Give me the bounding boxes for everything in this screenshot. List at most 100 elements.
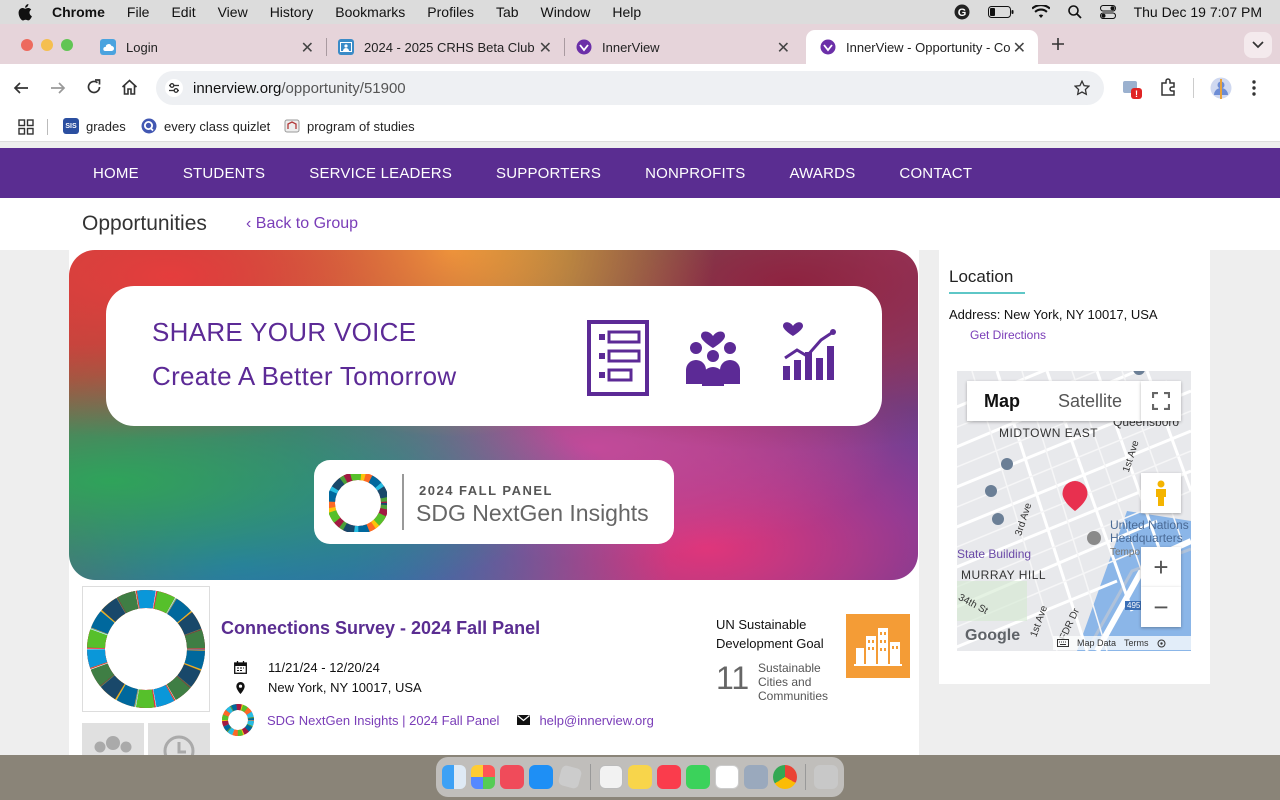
bookmark-star-icon[interactable] [1074, 80, 1090, 96]
trash-icon[interactable] [814, 765, 838, 789]
chrome-menu-kebab-icon[interactable] [1251, 79, 1257, 97]
new-tab-plus-icon[interactable] [1050, 36, 1066, 52]
tab-login[interactable]: Login ✕ [86, 30, 326, 64]
close-tab-icon[interactable]: ✕ [1013, 38, 1026, 58]
participants-box[interactable] [82, 723, 144, 755]
news-icon[interactable] [500, 765, 524, 789]
bookmark-grades[interactable]: SIS grades [63, 118, 126, 134]
address-bar[interactable]: innerview.org/opportunity/51900 [156, 71, 1104, 105]
banner-line-2: Create A Better Tomorrow [152, 361, 457, 391]
site-settings-icon[interactable] [165, 79, 183, 97]
nav-awards[interactable]: AWARDS [789, 165, 855, 182]
google-logo: Google [965, 627, 1021, 644]
report-map-error-icon[interactable] [1157, 639, 1166, 648]
map-type-map-button[interactable]: Map [967, 391, 1037, 412]
opportunity-banner-image: SHARE YOUR VOICE Create A Better Tomorro… [69, 250, 918, 580]
fullscreen-button[interactable] [1141, 381, 1181, 421]
zoom-out-button[interactable]: − [1141, 587, 1181, 627]
profile-avatar[interactable] [1210, 77, 1232, 99]
menu-bookmarks[interactable]: Bookmarks [335, 4, 405, 20]
close-tab-icon[interactable]: ✕ [539, 38, 552, 58]
group-link[interactable]: SDG NextGen Insights | 2024 Fall Panel [267, 713, 499, 728]
hours-box[interactable] [148, 723, 210, 755]
roblox-icon[interactable] [557, 764, 583, 790]
close-window-button[interactable] [21, 39, 33, 51]
menu-file[interactable]: File [127, 4, 150, 20]
school-crest-icon [284, 118, 300, 134]
battery-icon[interactable] [987, 6, 1014, 18]
nav-service-leaders[interactable]: SERVICE LEADERS [309, 165, 452, 182]
menu-tab[interactable]: Tab [496, 4, 519, 20]
panel-divider [402, 474, 404, 530]
map-terms-link[interactable]: Terms [1124, 638, 1149, 648]
menu-clock[interactable]: Thu Dec 19 7:07 PM [1134, 4, 1262, 20]
home-icon[interactable] [121, 79, 138, 95]
menu-history[interactable]: History [270, 4, 314, 20]
nav-supporters[interactable]: SUPPORTERS [496, 165, 601, 182]
keyboard-shortcuts-icon[interactable] [1057, 639, 1069, 647]
menu-window[interactable]: Window [541, 4, 591, 20]
nav-nonprofits[interactable]: NONPROFITS [645, 165, 745, 182]
bookmark-every-class-quizlet[interactable]: every class quizlet [141, 118, 270, 134]
tab-opportunity-active[interactable]: InnerView - Opportunity - Co ✕ [806, 30, 1038, 64]
map-label-un-hq: United Nations Headquarters [1110, 518, 1189, 545]
back-to-group-link[interactable]: ‹ Back to Group [246, 215, 358, 233]
extension-badge-icon[interactable]: ! [1122, 78, 1144, 100]
nav-home[interactable]: HOME [93, 165, 139, 182]
stickies-icon[interactable] [628, 765, 652, 789]
google-map[interactable]: MIDTOWN EAST Queensboro 1st Ave 3rd Ave … [957, 371, 1191, 651]
apps-grid-icon[interactable] [18, 119, 34, 135]
music-icon[interactable] [657, 765, 681, 789]
menu-app-name[interactable]: Chrome [52, 4, 105, 20]
menu-view[interactable]: View [218, 4, 248, 20]
tab-search-chevron-down-icon[interactable] [1244, 32, 1272, 58]
bookmark-program-of-studies[interactable]: program of studies [284, 118, 415, 134]
messages-icon[interactable] [686, 765, 710, 789]
nav-contact[interactable]: CONTACT [899, 165, 972, 182]
calendar-app-icon[interactable] [715, 765, 739, 789]
contact-email-link[interactable]: help@innerview.org [539, 713, 653, 728]
map-marker-icon[interactable] [1061, 480, 1089, 512]
forward-arrow-icon[interactable] [50, 80, 66, 96]
finder-icon[interactable] [442, 765, 466, 789]
close-tab-icon[interactable]: ✕ [777, 38, 790, 58]
banner-headline-card: SHARE YOUR VOICE Create A Better Tomorro… [106, 286, 882, 426]
map-type-satellite-button[interactable]: Satellite [1037, 391, 1143, 412]
spotlight-search-icon[interactable] [1067, 5, 1082, 19]
get-directions-link[interactable]: Get Directions [970, 328, 1046, 342]
zoom-window-button[interactable] [61, 39, 73, 51]
grammarly-icon[interactable]: G [954, 4, 970, 20]
close-tab-icon[interactable]: ✕ [301, 38, 314, 58]
map-data-link[interactable]: Map Data [1077, 638, 1116, 648]
site-nav: HOME STUDENTS SERVICE LEADERS SUPPORTERS… [0, 148, 1280, 198]
menu-help[interactable]: Help [612, 4, 641, 20]
chrome-icon[interactable] [773, 765, 797, 789]
map-pin-icon [236, 681, 268, 694]
preview-icon[interactable] [744, 765, 768, 789]
sis-icon: SIS [63, 118, 79, 134]
street-view-pegman-button[interactable] [1141, 473, 1181, 513]
tab-innerview[interactable]: InnerView ✕ [562, 30, 802, 64]
extensions-puzzle-icon[interactable] [1159, 78, 1177, 96]
reload-icon[interactable] [86, 79, 102, 95]
back-arrow-icon[interactable] [13, 80, 29, 96]
opportunity-title[interactable]: Connections Survey - 2024 Fall Panel [221, 618, 540, 639]
sdg-11-tile[interactable] [846, 614, 910, 678]
menu-edit[interactable]: Edit [171, 4, 195, 20]
control-center-icon[interactable] [1099, 5, 1116, 19]
classroom-icon [338, 39, 354, 55]
notes-app-icon[interactable] [599, 765, 623, 789]
dock-divider [805, 764, 806, 790]
wifi-icon[interactable] [1031, 5, 1050, 19]
zoom-in-button[interactable]: + [1141, 547, 1181, 587]
panel-kicker: 2024 FALL PANEL [419, 483, 553, 498]
tab-crhs-beta-club[interactable]: 2024 - 2025 CRHS Beta Club ✕ [324, 30, 564, 64]
tab-title: 2024 - 2025 CRHS Beta Club [364, 39, 535, 55]
menu-profiles[interactable]: Profiles [427, 4, 474, 20]
banner-line-1: SHARE YOUR VOICE [152, 317, 417, 347]
minimize-window-button[interactable] [41, 39, 53, 51]
nav-students[interactable]: STUDENTS [183, 165, 265, 182]
launchpad-icon[interactable] [471, 765, 495, 789]
apple-icon[interactable] [18, 2, 36, 22]
app-store-icon[interactable] [529, 765, 553, 789]
